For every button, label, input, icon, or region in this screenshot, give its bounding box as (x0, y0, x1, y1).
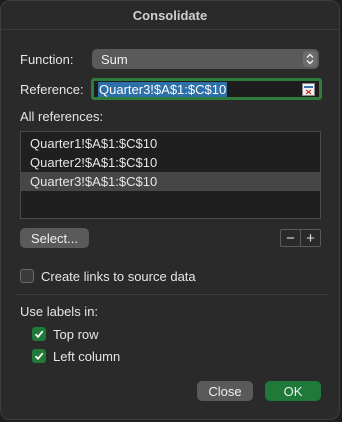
divider (16, 294, 328, 295)
function-select[interactable]: Sum (92, 49, 319, 69)
add-reference-button[interactable]: + (301, 230, 320, 247)
list-item-selected[interactable]: Quarter3!$A$1:$C$10 (21, 172, 320, 191)
left-column-label: Left column (53, 349, 121, 364)
function-label: Function: (20, 52, 74, 67)
function-value: Sum (101, 51, 128, 67)
top-row-checkbox[interactable] (32, 327, 46, 341)
reference-value: Quarter3!$A$1:$C$10 (98, 81, 228, 97)
list-item[interactable]: Quarter2!$A$1:$C$10 (21, 153, 320, 172)
checkmark-icon (34, 330, 44, 339)
checkmark-icon (34, 352, 44, 361)
consolidate-dialog: Consolidate Function: Sum Reference: Qua… (0, 0, 340, 420)
reference-input[interactable]: Quarter3!$A$1:$C$10 (91, 78, 322, 100)
create-links-label: Create links to source data (41, 269, 196, 284)
remove-reference-button[interactable]: − (281, 230, 301, 247)
list-item[interactable]: Quarter1!$A$1:$C$10 (21, 134, 320, 153)
reference-label: Reference: (20, 82, 84, 97)
create-links-checkbox[interactable] (20, 269, 34, 283)
select-button[interactable]: Select... (20, 228, 89, 248)
collapse-dialog-icon[interactable] (302, 83, 315, 96)
add-remove-control: − + (280, 229, 321, 247)
dialog-title: Consolidate (1, 1, 339, 30)
ok-button[interactable]: OK (265, 381, 321, 401)
use-labels-label: Use labels in: (20, 304, 99, 319)
chevron-updown-icon (303, 51, 317, 67)
close-button[interactable]: Close (197, 381, 253, 401)
left-column-checkbox[interactable] (32, 349, 46, 363)
references-list[interactable]: Quarter1!$A$1:$C$10 Quarter2!$A$1:$C$10 … (20, 131, 321, 219)
top-row-label: Top row (53, 327, 99, 342)
all-references-label: All references: (20, 109, 104, 124)
